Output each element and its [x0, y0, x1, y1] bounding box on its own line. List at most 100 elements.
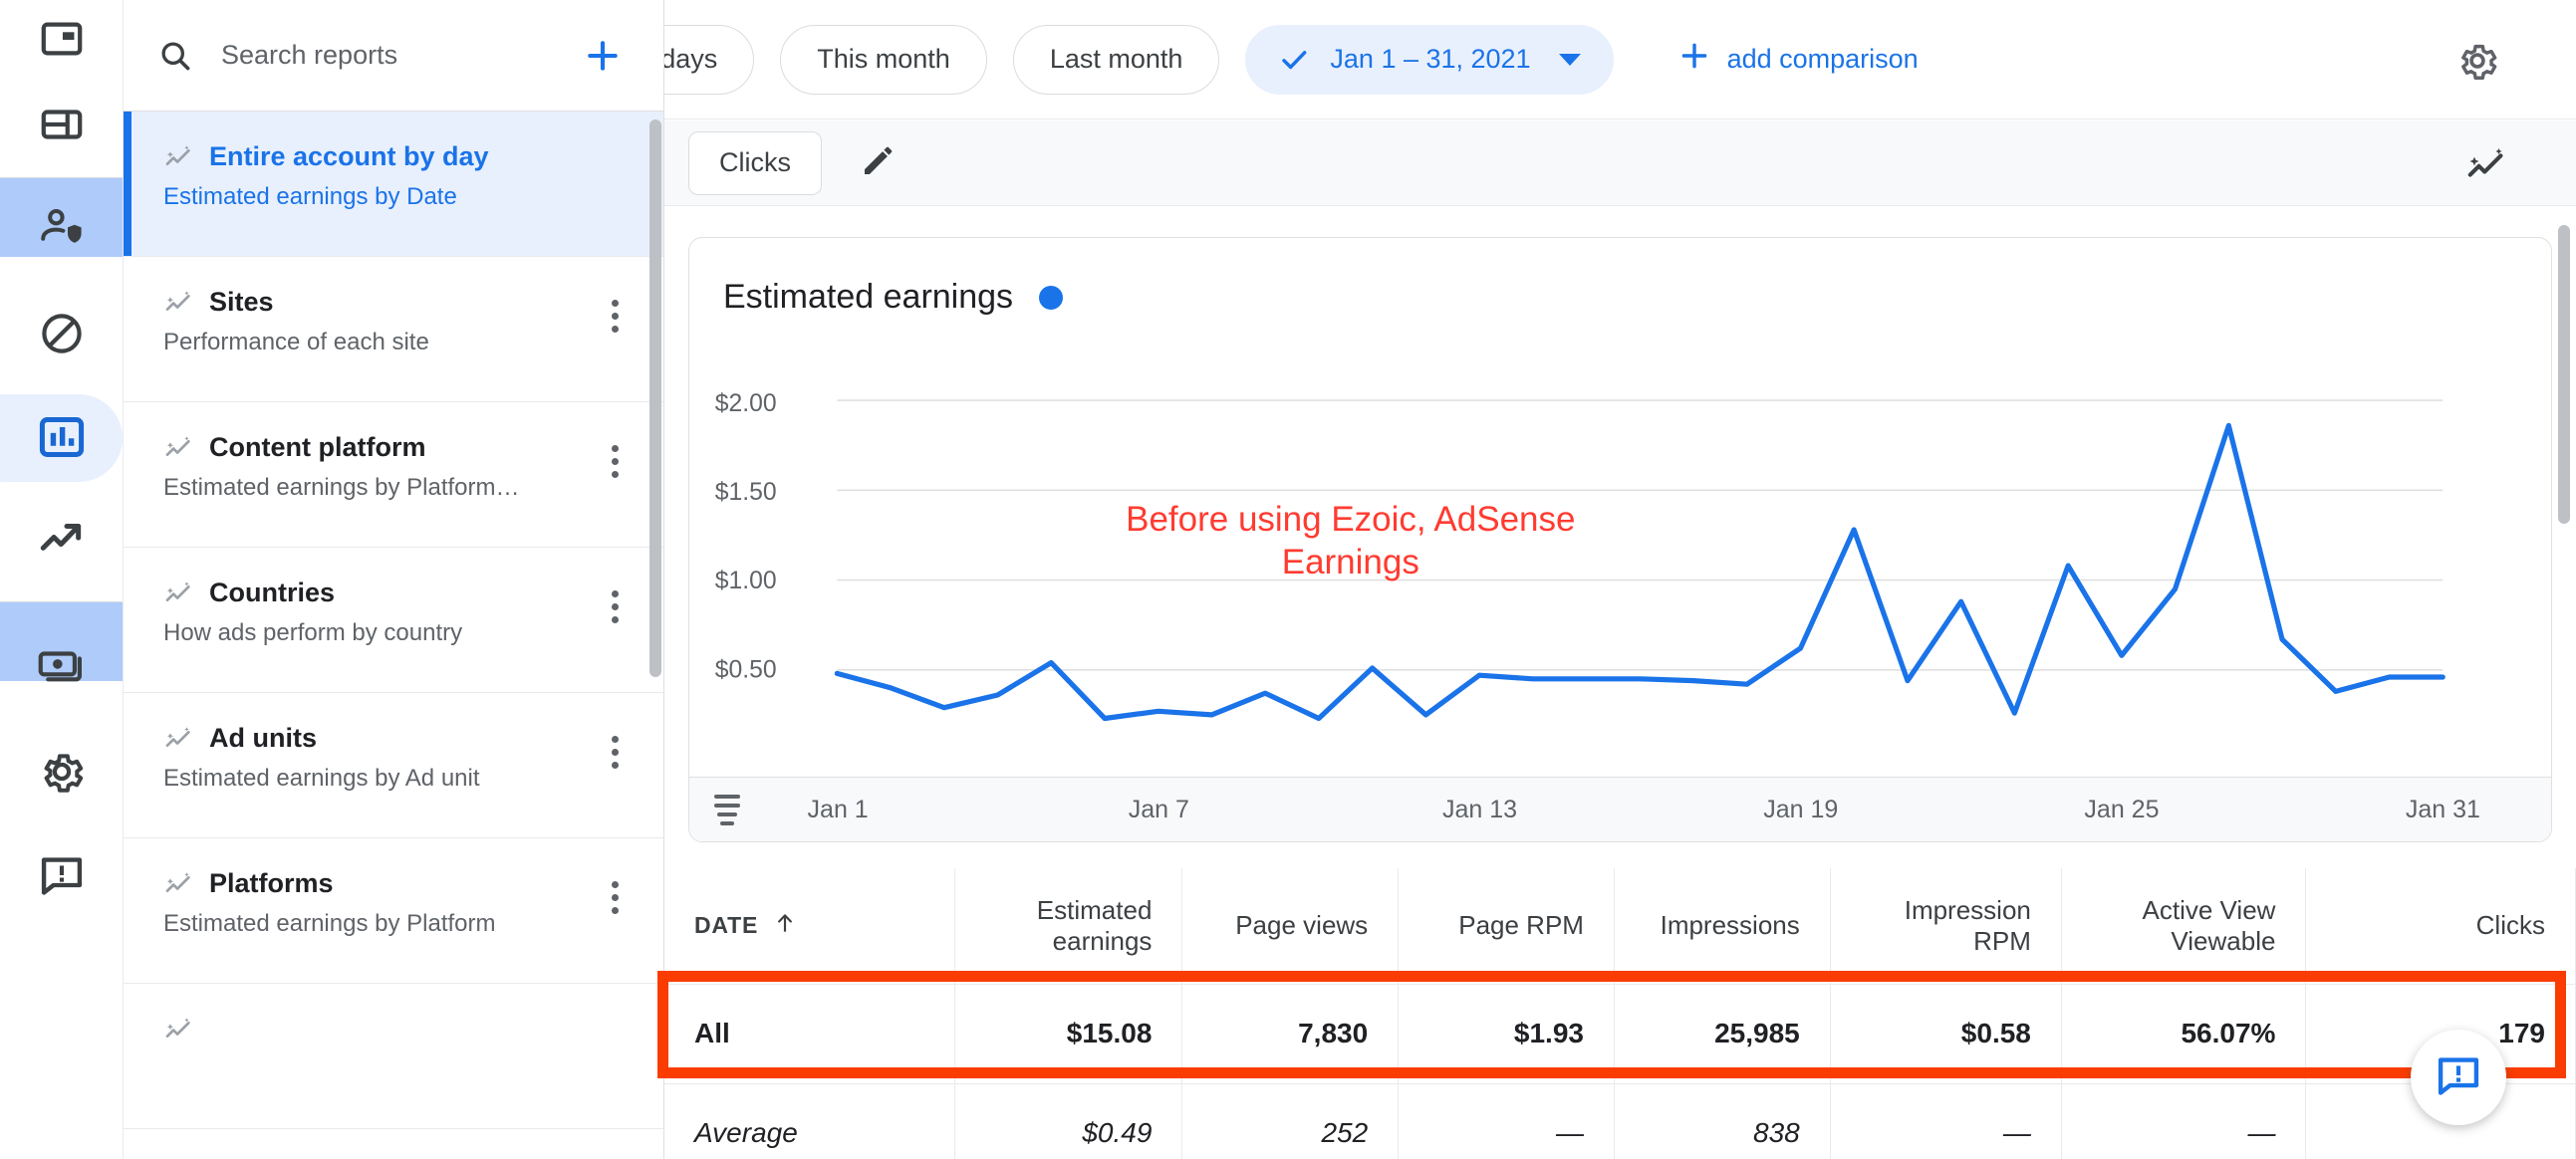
- table-header-page-rpm[interactable]: Page RPM: [1398, 868, 1615, 985]
- cell-active-view-viewable: —: [2061, 1083, 2307, 1159]
- rail-item-sites[interactable]: [0, 86, 123, 163]
- sparkline-report-icon: [163, 868, 195, 900]
- feedback-icon: [37, 850, 87, 900]
- sparkline-report-icon: [163, 287, 195, 319]
- main-panel: Today Last 7 days Last 30 days This mont…: [664, 0, 2576, 1159]
- report-list: Entire account by day Estimated earnings…: [124, 112, 663, 1159]
- overview-icon: [39, 16, 85, 62]
- search-reports-row: [124, 0, 663, 112]
- chip-this-month[interactable]: This month: [780, 24, 987, 95]
- report-subtitle: How ads perform by country: [163, 619, 463, 646]
- cell-date: All: [664, 984, 956, 1084]
- cell-active-view-viewable: 56.07%: [2061, 984, 2307, 1084]
- x-tick: Jan 19: [1763, 795, 1839, 823]
- main-scrollbar[interactable]: [2558, 225, 2570, 524]
- send-feedback-button[interactable]: [2411, 1030, 2506, 1125]
- rail-item-blocking-controls[interactable]: [0, 295, 123, 372]
- table-header-estimated-earnings[interactable]: Estimated earnings: [954, 868, 1183, 985]
- table-header-clicks[interactable]: Clicks: [2305, 868, 2576, 985]
- report-item-ad-units[interactable]: Ad units Estimated earnings by Ad unit: [124, 693, 663, 838]
- table-header-page-views[interactable]: Page views: [1181, 868, 1400, 985]
- svg-text:$1.00: $1.00: [715, 568, 777, 594]
- rail-item-payments[interactable]: [0, 627, 123, 705]
- edit-metrics-button[interactable]: [858, 139, 900, 186]
- sparkline-icon: [2464, 147, 2510, 192]
- blocking-controls-icon: [38, 310, 86, 357]
- chart-type-button[interactable]: [2464, 142, 2510, 193]
- report-item-sites[interactable]: Sites Performance of each site: [124, 257, 663, 402]
- rail-item-overview[interactable]: [0, 0, 123, 78]
- cell-impressions: 25,985: [1614, 984, 1831, 1084]
- report-item-countries[interactable]: Countries How ads perform by country: [124, 548, 663, 693]
- report-overflow-menu-icon[interactable]: [592, 293, 638, 339]
- cell-page-views: 7,830: [1181, 984, 1400, 1084]
- date-preset-chips: Today Last 7 days Last 30 days This mont…: [664, 24, 1919, 95]
- rail-item-optimization[interactable]: [0, 500, 123, 578]
- chip-last-month[interactable]: Last month: [1012, 24, 1220, 95]
- search-icon: [157, 38, 203, 74]
- sparkline-report-icon: [163, 578, 195, 609]
- sparkline-report-icon: [163, 723, 195, 755]
- report-table: DATE Estimated earnings Page views Page …: [664, 868, 2576, 1159]
- brand-safety-icon: [38, 204, 86, 252]
- x-tick: Jan 31: [2405, 795, 2480, 823]
- add-report-button[interactable]: [576, 37, 630, 75]
- table-header-date[interactable]: DATE: [664, 868, 956, 985]
- chip-label: Last month: [1049, 44, 1183, 74]
- chart-axis-menu-icon[interactable]: [689, 794, 765, 825]
- table-header-impression-rpm[interactable]: Impression RPM: [1830, 868, 2062, 985]
- sparkline-report-icon: [163, 141, 195, 173]
- report-item-content-platform[interactable]: Content platform Estimated earnings by P…: [124, 402, 663, 548]
- reports-sidebar-scrollbar[interactable]: [649, 119, 661, 677]
- report-subtitle: Estimated earnings by Ad unit: [163, 765, 480, 792]
- chart-title: Estimated earnings: [723, 278, 1014, 316]
- chip-custom-date-range[interactable]: Jan 1 – 31, 2021: [1245, 24, 1614, 95]
- report-item-entire-account-by-day[interactable]: Entire account by day Estimated earnings…: [124, 112, 663, 257]
- chip-last-30-days[interactable]: Last 30 days: [664, 24, 755, 95]
- chip-label: Last 30 days: [664, 44, 718, 74]
- rail-item-reports[interactable]: [0, 398, 123, 476]
- search-input[interactable]: [219, 39, 576, 72]
- cell-impression-rpm: $0.58: [1830, 984, 2062, 1084]
- table-header-active-view-viewable[interactable]: Active View Viewable: [2061, 868, 2307, 985]
- feedback-icon: [2434, 1050, 2483, 1105]
- report-item-partial[interactable]: [124, 984, 663, 1129]
- rail-item-account-settings[interactable]: [0, 733, 123, 811]
- report-subtitle: Performance of each site: [163, 329, 429, 355]
- left-nav-rail: [0, 0, 124, 1159]
- report-title: Countries: [209, 578, 336, 608]
- check-icon: [1278, 44, 1310, 76]
- adsense-reports-page: Entire account by day Estimated earnings…: [0, 0, 2576, 1159]
- report-overflow-menu-icon[interactable]: [592, 583, 638, 629]
- x-tick: Jan 1: [807, 795, 869, 823]
- chart-card: Estimated earnings $0.50 $1.00 $1.50 $2.00 …: [688, 237, 2552, 842]
- report-overflow-menu-icon[interactable]: [592, 438, 638, 484]
- rail-item-brand-safety[interactable]: [0, 189, 123, 267]
- x-tick: Jan 13: [1442, 795, 1518, 823]
- report-item-platforms[interactable]: Platforms Estimated earnings by Platform: [124, 838, 663, 984]
- table-row[interactable]: Average $0.49 252 — 838 — —: [664, 1083, 2576, 1159]
- sparkline-report-icon: [163, 1014, 195, 1045]
- svg-text:$1.50: $1.50: [715, 479, 777, 506]
- cell-date: Average: [664, 1083, 956, 1159]
- report-overflow-menu-icon[interactable]: [592, 729, 638, 775]
- report-subtitle: Estimated earnings by Date: [163, 183, 457, 210]
- rail-divider-bottom: [0, 601, 123, 602]
- table-header-row: DATE Estimated earnings Page views Page …: [664, 868, 2576, 985]
- table-row[interactable]: All $15.08 7,830 $1.93 25,985 $0.58 56.0…: [664, 984, 2576, 1084]
- pencil-icon: [858, 139, 900, 186]
- metric-chip-clicks[interactable]: Clicks: [688, 130, 822, 195]
- report-settings-button[interactable]: [2454, 38, 2500, 89]
- add-comparison-button[interactable]: add comparison: [1677, 39, 1919, 80]
- cell-estimated-earnings: $15.08: [954, 984, 1183, 1084]
- report-overflow-menu-icon[interactable]: [592, 874, 638, 920]
- plus-icon: [1677, 39, 1711, 80]
- chip-label: Jan 1 – 31, 2021: [1330, 44, 1531, 74]
- date-range-toolbar: Today Last 7 days Last 30 days This mont…: [664, 0, 2576, 119]
- metric-toolbar: Clicks: [664, 120, 2576, 206]
- rail-item-feedback[interactable]: [0, 836, 123, 914]
- table-header-impressions[interactable]: Impressions: [1614, 868, 1831, 985]
- cell-impressions: 838: [1614, 1083, 1831, 1159]
- gear-icon: [37, 747, 87, 797]
- chart-x-axis: Jan 1 Jan 7 Jan 13 Jan 19 Jan 25 Jan 31: [689, 777, 2551, 841]
